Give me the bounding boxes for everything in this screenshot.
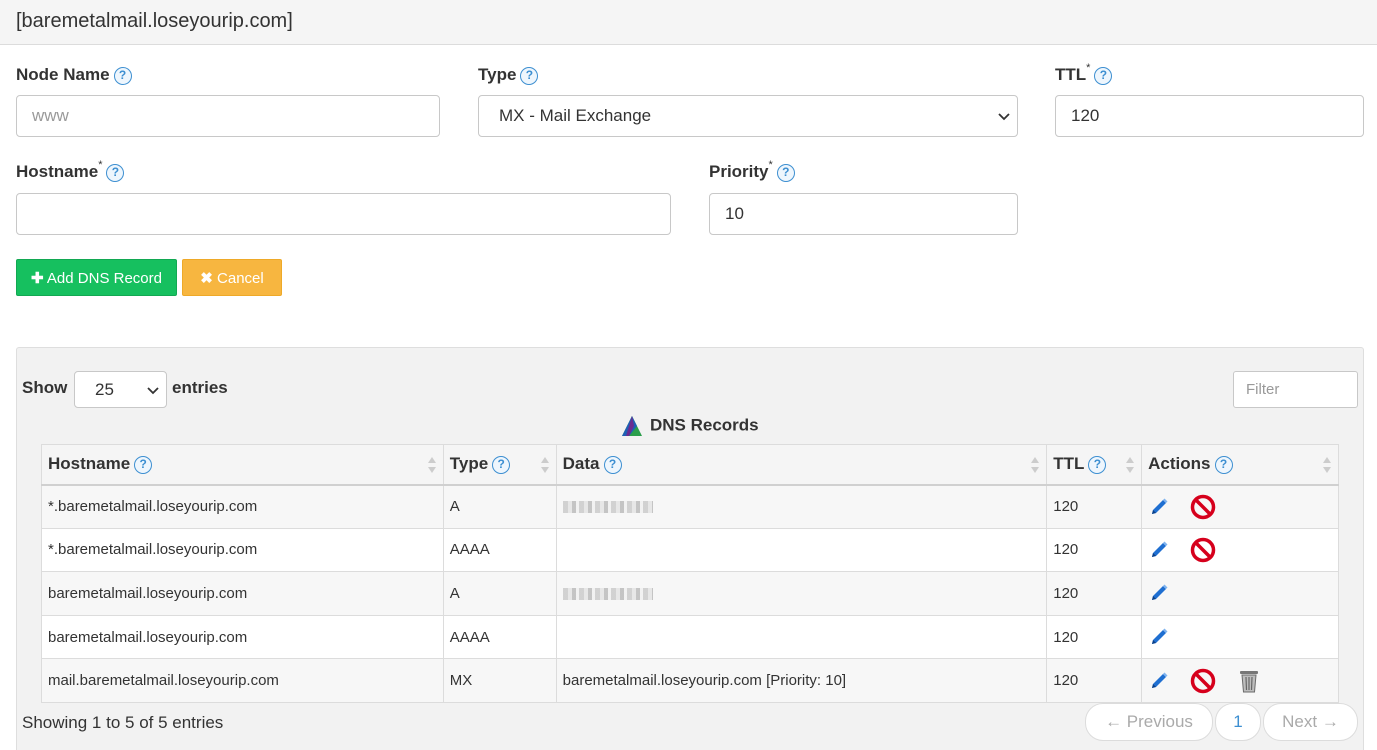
add-dns-record-button[interactable]: ✚ Add DNS Record (16, 259, 177, 296)
hostname-input[interactable] (16, 193, 671, 235)
help-icon[interactable]: ? (520, 66, 539, 85)
priority-input[interactable]: 10 (709, 193, 1018, 235)
cell-data (555, 527, 1048, 573)
type-label: Type? (478, 65, 539, 85)
sort-icon (540, 457, 549, 473)
help-icon[interactable]: ? (1088, 455, 1107, 474)
help-icon[interactable]: ? (1214, 455, 1233, 474)
edit-icon[interactable] (1148, 582, 1170, 604)
cell-actions (1141, 614, 1339, 660)
page-title: [baremetalmail.loseyourip.com] (16, 10, 293, 32)
edit-icon[interactable] (1148, 539, 1170, 561)
cell-type: AAAA (442, 614, 557, 660)
column-header-data[interactable]: Data? (555, 444, 1048, 486)
table-row: mail.baremetalmail.loseyourip.com MX bar… (41, 658, 1339, 703)
page-header: [baremetalmail.loseyourip.com] (0, 0, 1377, 45)
type-select[interactable]: MX - Mail Exchange (478, 95, 1018, 137)
redacted-ip (562, 501, 653, 514)
entries-select[interactable]: 25 (74, 371, 167, 408)
column-header-type[interactable]: Type? (442, 444, 557, 486)
previous-page-button[interactable]: ← Previous (1085, 703, 1213, 741)
cell-data (555, 484, 1048, 529)
edit-icon[interactable] (1148, 670, 1170, 692)
cell-hostname: baremetalmail.loseyourip.com (41, 571, 444, 616)
chevron-down-icon (147, 387, 159, 395)
entries-label: entries (172, 378, 228, 397)
table-row: baremetalmail.loseyourip.com AAAA 120 (41, 614, 1339, 660)
cell-ttl: 120 (1046, 484, 1143, 529)
table-row: *.baremetalmail.loseyourip.com AAAA 120 (41, 527, 1339, 573)
hostname-label: Hostname*? (16, 159, 125, 182)
trash-icon[interactable] (1237, 668, 1261, 694)
cell-type: AAAA (442, 527, 557, 573)
cell-ttl: 120 (1046, 658, 1143, 703)
cell-actions (1141, 527, 1339, 573)
table-title: DNS Records (620, 414, 759, 438)
node-name-label: Node Name? (16, 65, 132, 85)
cell-ttl: 120 (1046, 614, 1143, 660)
cell-ttl: 120 (1046, 571, 1143, 616)
chevron-down-icon (998, 113, 1010, 121)
show-label: Show (22, 378, 68, 397)
disable-icon[interactable] (1190, 537, 1216, 563)
help-icon[interactable]: ? (113, 66, 132, 85)
plus-icon: ✚ (31, 270, 44, 287)
sort-icon (1031, 457, 1040, 473)
help-icon[interactable]: ? (134, 455, 153, 474)
dns-logo-icon (622, 416, 642, 436)
filter-input[interactable]: Filter (1233, 371, 1358, 408)
page-1-button[interactable]: 1 (1215, 703, 1261, 741)
redacted-ip (562, 588, 653, 601)
table-info: Showing 1 to 5 of 5 entries (22, 713, 224, 732)
cell-data (555, 571, 1048, 616)
help-icon[interactable]: ? (1094, 66, 1113, 85)
ttl-label: TTL*? (1055, 62, 1113, 85)
cell-data (555, 614, 1048, 660)
type-select-value: MX - Mail Exchange (499, 106, 652, 125)
edit-icon[interactable] (1148, 626, 1170, 648)
sort-icon (1126, 457, 1135, 473)
help-icon[interactable]: ? (492, 455, 511, 474)
cell-type: MX (442, 658, 557, 703)
close-icon: ✖ (200, 270, 213, 287)
table-row: baremetalmail.loseyourip.com A 120 (41, 571, 1339, 616)
help-icon[interactable]: ? (776, 163, 795, 182)
cell-type: A (442, 484, 557, 529)
cancel-button[interactable]: ✖ Cancel (182, 259, 282, 296)
help-icon[interactable]: ? (106, 163, 125, 182)
cell-hostname: *.baremetalmail.loseyourip.com (41, 484, 444, 529)
disable-icon[interactable] (1190, 668, 1216, 694)
cell-ttl: 120 (1046, 527, 1143, 573)
disable-icon[interactable] (1190, 494, 1216, 520)
node-name-input[interactable]: www (16, 95, 440, 137)
cell-hostname: *.baremetalmail.loseyourip.com (41, 527, 444, 573)
cell-hostname: baremetalmail.loseyourip.com (41, 614, 444, 660)
priority-label: Priority*? (709, 159, 795, 182)
entries-select-value: 25 (95, 380, 114, 399)
column-header-ttl[interactable]: TTL? (1046, 444, 1143, 486)
next-page-button[interactable]: Next → (1263, 703, 1358, 741)
ttl-input[interactable]: 120 (1055, 95, 1364, 137)
cell-actions (1141, 484, 1339, 529)
cell-data: baremetalmail.loseyourip.com [Priority: … (555, 658, 1048, 703)
table-header-row: Hostname? Type? Data? TTL? Actions? (41, 444, 1339, 486)
sort-icon (1323, 457, 1331, 473)
cell-hostname: mail.baremetalmail.loseyourip.com (41, 658, 444, 703)
help-icon[interactable]: ? (603, 455, 622, 474)
cell-actions (1141, 658, 1339, 703)
column-header-actions[interactable]: Actions? (1141, 444, 1339, 486)
column-header-hostname[interactable]: Hostname? (41, 444, 444, 486)
cell-actions (1141, 571, 1339, 616)
edit-icon[interactable] (1148, 496, 1170, 518)
cell-type: A (442, 571, 557, 616)
table-row: *.baremetalmail.loseyourip.com A 120 (41, 484, 1339, 529)
sort-icon (427, 457, 436, 473)
dns-records-table: Hostname? Type? Data? TTL? Actions? *.ba… (41, 444, 1339, 703)
